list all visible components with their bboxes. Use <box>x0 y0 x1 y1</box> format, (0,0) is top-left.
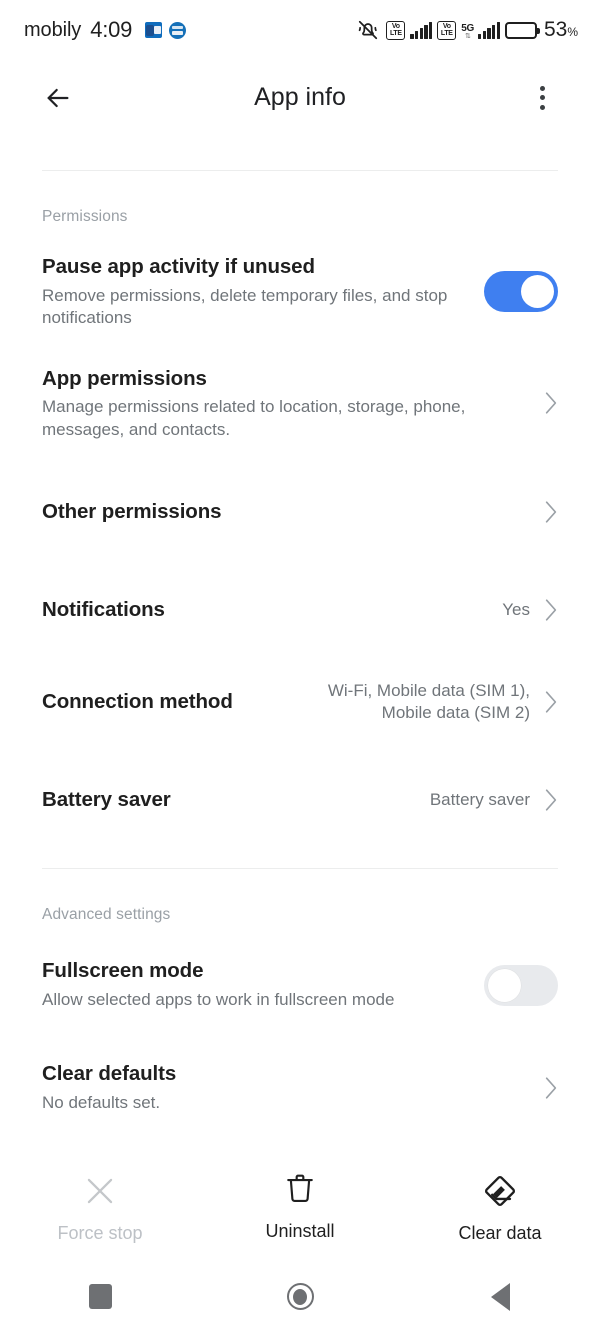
battery-icon <box>504 21 540 39</box>
chevron-right-icon <box>544 1076 558 1100</box>
row-clear-defaults[interactable]: Clear defaults No defaults set. <box>0 1055 600 1121</box>
network-5g-label: 5G <box>461 22 475 34</box>
clear-data-button[interactable]: Clear data <box>400 1158 600 1260</box>
square-icon <box>88 1284 112 1309</box>
triangle-left-icon <box>490 1282 510 1311</box>
more-vertical-icon[interactable] <box>520 76 564 120</box>
row-subtitle: No defaults set. <box>42 1093 161 1113</box>
row-pause-app-activity[interactable]: Pause app activity if unused Remove perm… <box>0 254 600 330</box>
app-bar: App info <box>0 60 600 135</box>
app-info-screen: mobily 4:09 Vo LTE Vo LTE 5G ⇅ 53% App i… <box>0 0 600 1333</box>
system-navigation-bar <box>0 1260 600 1333</box>
volte-sim1-icon: Vo LTE <box>386 20 406 40</box>
back-button[interactable] <box>36 76 80 120</box>
home-button[interactable] <box>200 1260 400 1333</box>
blue-app-icon <box>169 21 187 39</box>
row-value: Wi-Fi, Mobile data (SIM 1), Mobile data … <box>327 680 530 722</box>
toggle-knob <box>488 968 521 1002</box>
clear-data-label: Clear data <box>458 1223 542 1243</box>
volte-sim2-icon: Vo LTE <box>437 20 457 40</box>
row-subtitle: Remove permissions, delete temporary fil… <box>42 285 448 328</box>
row-subtitle: Allow selected apps to work in fullscree… <box>42 990 395 1010</box>
settings-content: Permissions Pause app activity if unused… <box>0 135 600 1121</box>
close-x-icon <box>87 1178 113 1204</box>
force-stop-button[interactable]: Force stop <box>0 1158 200 1260</box>
back-nav-button[interactable] <box>400 1260 600 1333</box>
status-clock: 4:09 <box>90 17 133 42</box>
row-text: Other permissions <box>42 499 544 525</box>
uninstall-button[interactable]: Uninstall <box>200 1158 400 1260</box>
outlook-icon <box>145 22 163 38</box>
section-label-advanced-settings: Advanced settings <box>42 906 171 923</box>
row-fullscreen-mode[interactable]: Fullscreen mode Allow selected apps to w… <box>0 952 600 1018</box>
row-title: Pause app activity if unused <box>42 255 315 278</box>
force-stop-label: Force stop <box>57 1223 143 1243</box>
data-arrows-icon: ⇅ <box>464 32 471 40</box>
status-bar: mobily 4:09 Vo LTE Vo LTE 5G ⇅ 53% <box>0 0 600 60</box>
row-title: Fullscreen mode <box>42 959 204 983</box>
bottom-action-bar: Force stop Uninstall Clear data <box>0 1158 600 1260</box>
status-bar-right: Vo LTE Vo LTE 5G ⇅ 53% <box>357 18 578 42</box>
bell-muted-icon <box>357 19 379 41</box>
section-label-permissions: Permissions <box>42 208 128 225</box>
chevron-right-icon <box>544 391 558 415</box>
row-title: Clear defaults <box>42 1062 177 1086</box>
row-text: Pause app activity if unused Remove perm… <box>42 254 484 330</box>
page-title: App info <box>254 83 346 111</box>
row-title: App permissions <box>42 366 207 390</box>
row-title: Battery saver <box>42 788 171 812</box>
notification-app-icons <box>145 21 187 39</box>
uninstall-label: Uninstall <box>265 1221 335 1241</box>
row-notifications[interactable]: Notifications Yes <box>0 577 600 643</box>
recents-button[interactable] <box>0 1260 200 1333</box>
trash-icon <box>287 1174 313 1203</box>
carrier-name: mobily <box>24 18 82 41</box>
row-value: Battery saver <box>429 789 530 809</box>
row-text: Fullscreen mode Allow selected apps to w… <box>42 958 484 1011</box>
row-text: App permissions Manage permissions relat… <box>42 366 544 442</box>
circle-icon <box>286 1283 314 1310</box>
row-subtitle: Manage permissions related to location, … <box>42 397 466 439</box>
row-connection-method[interactable]: Connection method Wi-Fi, Mobile data (SI… <box>0 669 600 735</box>
chevron-right-icon <box>544 500 558 524</box>
chevron-right-icon <box>544 690 558 714</box>
chevron-right-icon <box>544 598 558 622</box>
row-text: Connection method <box>42 689 328 715</box>
signal-bars-sim2-icon <box>478 21 500 39</box>
toggle-pause-app-activity[interactable] <box>484 271 558 313</box>
row-other-permissions[interactable]: Other permissions <box>0 479 600 545</box>
row-app-permissions[interactable]: App permissions Manage permissions relat… <box>0 366 600 442</box>
signal-bars-sim1-icon <box>410 21 433 39</box>
row-title: Connection method <box>42 690 233 714</box>
network-5g-icon: 5G ⇅ <box>461 21 474 40</box>
row-value: Yes <box>502 599 530 619</box>
row-title: Notifications <box>42 598 165 622</box>
eraser-icon <box>484 1175 516 1207</box>
row-battery-saver[interactable]: Battery saver Battery saver <box>0 767 600 833</box>
battery-percent: 53% <box>543 18 578 41</box>
row-title: Other permissions <box>42 500 222 524</box>
chevron-right-icon <box>544 788 558 812</box>
toggle-knob <box>521 275 554 309</box>
status-bar-left: mobily 4:09 <box>24 17 187 43</box>
row-text: Clear defaults No defaults set. <box>42 1061 544 1114</box>
toggle-fullscreen-mode[interactable] <box>484 964 558 1006</box>
row-text: Battery saver <box>42 787 430 813</box>
arrow-left-icon <box>47 88 69 107</box>
row-text: Notifications <box>42 597 502 623</box>
